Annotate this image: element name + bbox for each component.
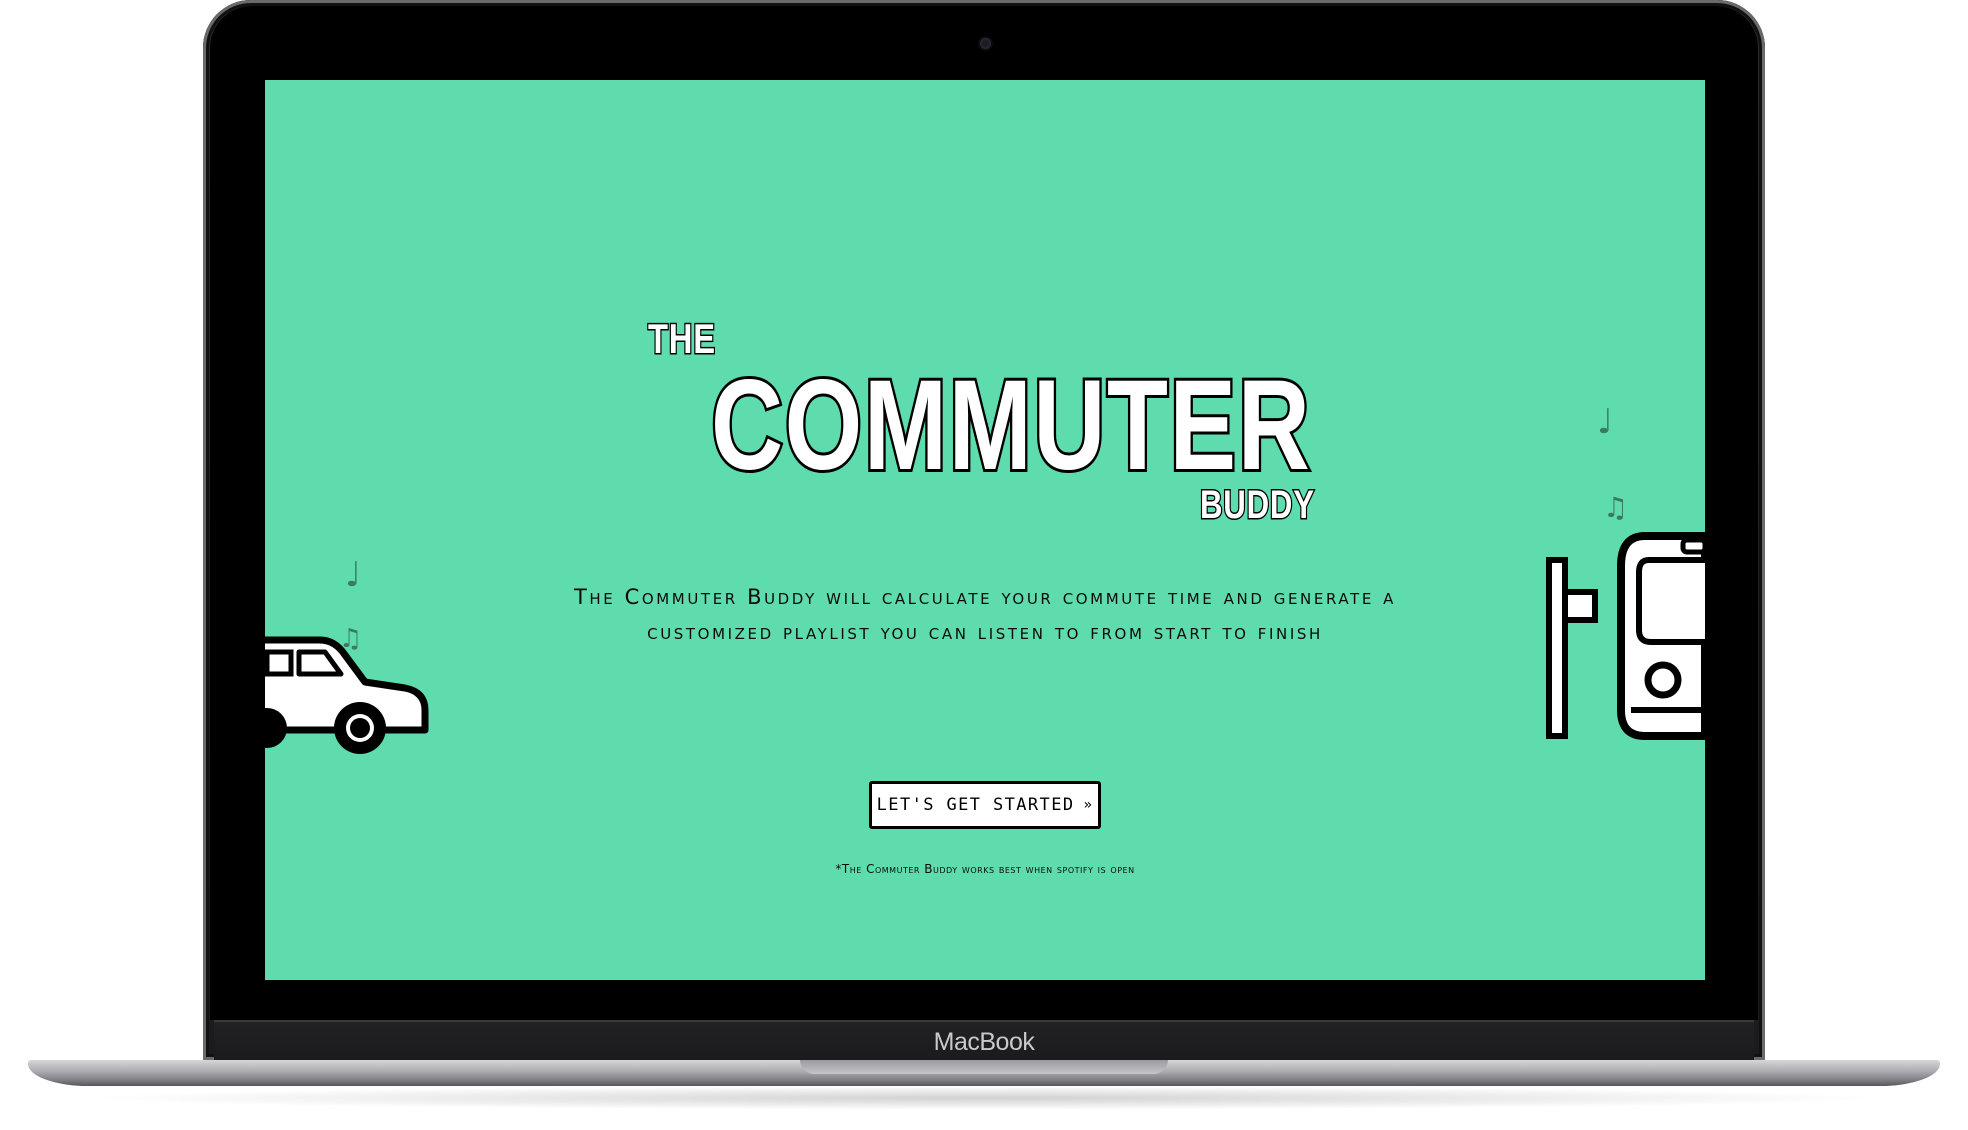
landing-page: THE COMMUTER BUDDY The Commuter Buddy wi…: [265, 80, 1705, 980]
bus-icon: [1617, 532, 1705, 740]
laptop-shadow: [80, 1086, 1888, 1110]
logo-commuter: COMMUTER: [709, 351, 1312, 500]
camera-icon: [980, 38, 991, 49]
car-icon: [265, 636, 429, 754]
logo-buddy: BUDDY: [1199, 482, 1315, 529]
bus-stop-icon: [1546, 532, 1705, 740]
logo-the: THE: [647, 314, 716, 364]
spotify-footnote: *The Commuter Buddy works best when spot…: [835, 862, 1135, 876]
double-chevron-down-icon: »: [1083, 797, 1094, 813]
laptop-brand-label: MacBook: [933, 1028, 1035, 1056]
device-mockup: THE COMMUTER BUDDY The Commuter Buddy wi…: [0, 0, 1968, 1130]
music-notes-icon: ♫: [1603, 491, 1629, 524]
laptop-notch: [800, 1060, 1168, 1074]
music-note-icon: ♩: [1597, 402, 1614, 442]
music-note-icon: ♩: [345, 555, 362, 595]
get-started-button[interactable]: LET'S GET STARTED »: [869, 781, 1101, 829]
get-started-label: LET'S GET STARTED: [876, 795, 1075, 815]
tagline: The Commuter Buddy will calculate your c…: [495, 580, 1475, 650]
tagline-line-1: The Commuter Buddy will calculate your c…: [573, 585, 1397, 609]
tagline-line-2: customized playlist you can listen to fr…: [647, 620, 1323, 644]
